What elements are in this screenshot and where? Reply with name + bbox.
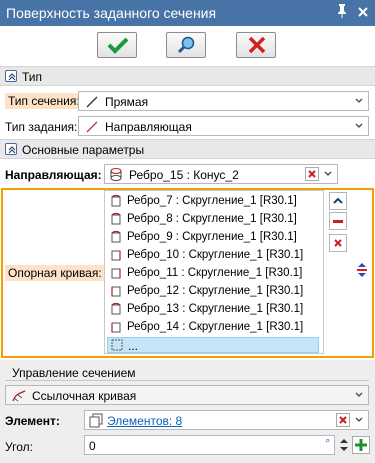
chevron-down-icon: [355, 98, 363, 103]
title-bar: Поверхность заданного сечения: [0, 0, 375, 26]
element-value[interactable]: Элементов: 8: [107, 414, 182, 428]
edge-icon: [111, 250, 121, 261]
add-variable-button[interactable]: [352, 436, 370, 454]
list-item[interactable]: Ребро_8 : Скругление_1 [R30.1]: [107, 210, 321, 228]
placeholder-box-icon: [111, 339, 123, 351]
list-item[interactable]: Ребро_11 : Скругление_1 [R30.1]: [107, 264, 321, 282]
main-params-label: Основные параметры: [22, 143, 145, 157]
element-label: Элемент:: [5, 414, 60, 428]
chevron-down-icon[interactable]: [355, 416, 363, 424]
guide-value: Ребро_15 : Конус_2: [129, 168, 239, 182]
section-type-combo[interactable]: Прямая: [78, 91, 369, 111]
preview-button[interactable]: [166, 32, 206, 58]
main-params-header[interactable]: Основные параметры: [0, 139, 375, 159]
angle-label: Угол:: [5, 440, 33, 454]
section-type-label: Тип: [22, 70, 43, 84]
ok-button[interactable]: [97, 32, 137, 58]
element-field[interactable]: Элементов: 8: [84, 410, 369, 430]
cone-edge-icon: [110, 167, 122, 181]
check-icon: [107, 37, 129, 54]
angle-input[interactable]: 0 °: [84, 435, 335, 455]
guide-line-icon: [86, 121, 98, 133]
window-title: Поверхность заданного сечения: [6, 5, 217, 21]
reference-curve-label: Опорная кривая:: [5, 265, 105, 281]
collapse-chevron-icon[interactable]: [5, 70, 17, 82]
degree-unit: °: [325, 436, 330, 450]
magnifier-icon: [177, 36, 195, 54]
section-control-value: Ссылочная кривая: [32, 389, 137, 403]
list-item[interactable]: Ребро_7 : Скругление_1 [R30.1]: [107, 192, 321, 210]
edge-icon: [111, 286, 121, 297]
cross-icon: [248, 36, 266, 54]
section-type-header[interactable]: Тип: [0, 66, 375, 86]
edge-icon: [111, 322, 121, 333]
angle-value: 0: [89, 439, 96, 453]
reference-curve-list[interactable]: Ребро_7 : Скругление_1 [R30.1] Ребро_8 :…: [104, 190, 324, 354]
chevron-down-icon[interactable]: [324, 170, 332, 178]
line-icon: [86, 96, 98, 108]
close-icon[interactable]: [356, 3, 370, 21]
section-type-value: Прямая: [105, 95, 149, 109]
clear-list-button[interactable]: [329, 234, 347, 252]
collapse-chevron-icon[interactable]: [5, 143, 17, 155]
chevron-down-icon: [355, 392, 363, 397]
guide-field[interactable]: Ребро_15 : Конус_2: [104, 164, 338, 184]
section-type-label: Тип сечения:: [5, 93, 83, 109]
clear-element-button[interactable]: [336, 413, 350, 427]
remove-item-button[interactable]: [329, 212, 347, 230]
list-item[interactable]: Ребро_14 : Скругление_1 [R30.1]: [107, 318, 321, 336]
reorder-icon[interactable]: [355, 262, 369, 278]
reference-curve-icon: [12, 390, 26, 402]
edge-icon: [111, 302, 121, 315]
divider: [5, 380, 369, 381]
angle-spinner[interactable]: [338, 435, 350, 455]
multiple-elements-icon: [89, 413, 103, 428]
move-up-button[interactable]: [329, 192, 347, 210]
specify-type-combo[interactable]: Направляющая: [78, 116, 369, 136]
list-item[interactable]: Ребро_13 : Скругление_1 [R30.1]: [107, 300, 321, 318]
list-item[interactable]: Ребро_9 : Скругление_1 [R30.1]: [107, 228, 321, 246]
edge-icon: [111, 212, 121, 225]
edge-icon: [111, 230, 121, 243]
guide-label: Направляющая:: [5, 168, 102, 182]
list-item[interactable]: Ребро_12 : Скругление_1 [R30.1]: [107, 282, 321, 300]
list-item[interactable]: Ребро_10 : Скругление_1 [R30.1]: [107, 246, 321, 264]
edge-icon: [111, 194, 121, 207]
pin-icon[interactable]: [335, 3, 349, 21]
edge-icon: [111, 268, 121, 279]
section-control-label: Управление сечением: [12, 366, 136, 380]
chevron-down-icon: [355, 123, 363, 128]
specify-type-value: Направляющая: [105, 120, 192, 134]
section-control-combo[interactable]: Ссылочная кривая: [5, 385, 369, 405]
specify-type-label: Тип задания:: [5, 120, 78, 134]
cancel-button[interactable]: [236, 32, 276, 58]
new-list-item[interactable]: ...: [107, 337, 319, 353]
clear-guide-button[interactable]: [305, 167, 319, 181]
